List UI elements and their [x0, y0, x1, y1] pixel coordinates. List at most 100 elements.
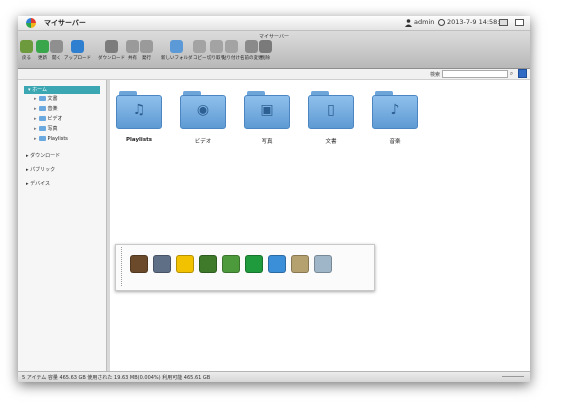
playlist-icon: ♫ — [132, 102, 146, 118]
toolbar-button-label: 発行 — [142, 56, 151, 61]
download-button[interactable]: ダウンロード — [98, 40, 125, 61]
home-app-icon[interactable] — [130, 255, 148, 273]
app-logo-icon — [26, 18, 36, 28]
publish-icon — [140, 40, 153, 53]
web-browser-app-icon[interactable] — [222, 255, 240, 273]
delete-icon — [259, 40, 272, 53]
folder-icon: ▣ — [244, 91, 290, 129]
status-text: 5 アイテム 容量 465.63 GB 使用された 19.63 MB(0.004… — [22, 375, 211, 381]
folder-icon — [38, 116, 46, 121]
folder-tree: ▾ ホーム ▸ 文書 ▸ 音楽 ▸ ビデオ ▸ 写真 ▸ Playlists ▸ ダウンロ… — [18, 80, 107, 372]
file-view: ♫ Playlists ◉ ビデオ ▣ 写真 ▯ 文書 ♪ 音楽 — [110, 80, 530, 372]
folder-label: 文書 — [325, 139, 337, 145]
zoom-slider[interactable] — [502, 376, 524, 377]
folder-label: Playlists — [126, 137, 152, 143]
paste-icon — [224, 40, 238, 53]
tree-item-download[interactable]: ▸ ダウンロード — [26, 152, 60, 159]
download-icon — [105, 40, 118, 53]
back-button[interactable]: 戻る — [20, 40, 33, 61]
tree-item-playlists[interactable]: ▸ Playlists — [34, 135, 68, 143]
publish-button[interactable]: 発行 — [140, 40, 153, 61]
toolbar-button-label: 更新 — [38, 56, 47, 61]
search-input[interactable] — [442, 70, 508, 78]
tree-item-devices[interactable]: ▸ デバイス — [26, 180, 50, 187]
folder-label: 写真 — [261, 139, 273, 145]
editor-app-icon[interactable] — [291, 255, 309, 273]
film-reel-icon: ◉ — [196, 102, 210, 118]
folder-icon — [38, 136, 46, 141]
toolbar-button-label: 貼り付け — [222, 56, 240, 61]
share-button[interactable]: 共有 — [126, 40, 139, 61]
refresh-button[interactable]: 更新 — [36, 40, 49, 61]
settings-icon[interactable] — [499, 19, 508, 26]
tree-item-public[interactable]: ▸ パブリック — [26, 166, 55, 173]
toolbar-title: マイサーバー — [259, 34, 289, 40]
refresh-icon — [36, 40, 49, 53]
new-folder-icon — [170, 40, 184, 53]
user-icon — [405, 19, 412, 27]
window-icon[interactable] — [515, 19, 524, 26]
folder-item[interactable]: ♫ Playlists — [116, 91, 162, 143]
tree-item-label: デバイス — [30, 181, 50, 187]
folder-icon: ▯ — [308, 91, 354, 129]
tree-home-label: ホーム — [32, 87, 47, 93]
app-title: マイサーバー — [44, 19, 86, 27]
folder-item[interactable]: ▯ 文書 — [308, 91, 354, 145]
folder-item[interactable]: ◉ ビデオ — [180, 91, 226, 145]
folder-item[interactable]: ♪ 音楽 — [372, 91, 418, 145]
network-app-icon[interactable] — [268, 255, 286, 273]
toolbar-button-label: 戻る — [22, 56, 31, 61]
gallery-app-icon[interactable] — [153, 255, 171, 273]
open-folder-icon — [50, 40, 63, 53]
scissors-icon — [209, 40, 223, 53]
folder-label: ビデオ — [194, 139, 212, 145]
tree-item-video[interactable]: ▸ ビデオ — [34, 115, 63, 123]
delete-button[interactable]: 削除 — [259, 40, 272, 61]
tree-item-documents[interactable]: ▸ 文書 — [34, 95, 58, 103]
disk-app-icon[interactable] — [314, 255, 332, 273]
toolbar-button-label: 新しいフォルダ — [161, 56, 193, 61]
media-player-app-icon[interactable] — [176, 255, 194, 273]
grid-view-icon[interactable] — [518, 69, 527, 78]
dock-grip[interactable] — [117, 247, 122, 286]
globe-upload-icon — [71, 40, 84, 53]
toolbar-button-label: アップロード — [64, 56, 91, 61]
search-icon[interactable]: ⌕ — [508, 70, 515, 77]
tree-item-label: ダウンロード — [30, 153, 61, 159]
paste-button[interactable]: 貼り付け — [222, 40, 240, 61]
folder-icon: ♫ — [116, 91, 162, 129]
app-window: マイサーバー admin 2013-7-9 14:58:33 マイサーバー 戻る… — [18, 16, 530, 382]
folder-icon — [38, 96, 46, 101]
folder-icon — [38, 126, 46, 131]
title-bar: マイサーバー admin 2013-7-9 14:58:33 — [18, 16, 530, 31]
sync-app-icon[interactable] — [245, 255, 263, 273]
clock-icon — [438, 19, 445, 26]
copy-icon — [193, 40, 207, 53]
toolbar-button-label: コピー — [193, 56, 207, 61]
tree-item-label: ビデオ — [47, 116, 63, 122]
folder-icon: ♪ — [372, 91, 418, 129]
share-icon — [126, 40, 139, 53]
toolbar-button-label: 削除 — [261, 56, 270, 61]
folder-icon — [38, 106, 46, 111]
upload-button[interactable]: アップロード — [64, 40, 91, 61]
new-folder-button[interactable]: 新しいフォルダ — [161, 40, 193, 61]
search-bar: 検索 ⌕ — [18, 69, 530, 80]
folder-icon: ◉ — [180, 91, 226, 129]
tree-item-music[interactable]: ▸ 音楽 — [34, 105, 58, 113]
copy-button[interactable]: コピー — [193, 40, 207, 61]
music-note-icon: ♪ — [390, 102, 400, 118]
tree-item-photos[interactable]: ▸ 写真 — [34, 125, 58, 133]
username[interactable]: admin — [414, 18, 434, 26]
folder-item[interactable]: ▣ 写真 — [244, 91, 290, 145]
tree-item-home[interactable]: ▾ ホーム — [24, 86, 100, 94]
rename-icon — [244, 40, 258, 53]
tree-item-label: 音楽 — [47, 106, 58, 112]
tree-item-label: パブリック — [30, 167, 56, 173]
search-label: 検索 — [430, 72, 441, 78]
contacts-app-icon[interactable] — [199, 255, 217, 273]
document-icon: ▯ — [327, 102, 335, 118]
toolbar-button-label: ダウンロード — [98, 56, 125, 61]
open-button[interactable]: 開く — [50, 40, 63, 61]
tree-item-label: Playlists — [47, 136, 68, 142]
